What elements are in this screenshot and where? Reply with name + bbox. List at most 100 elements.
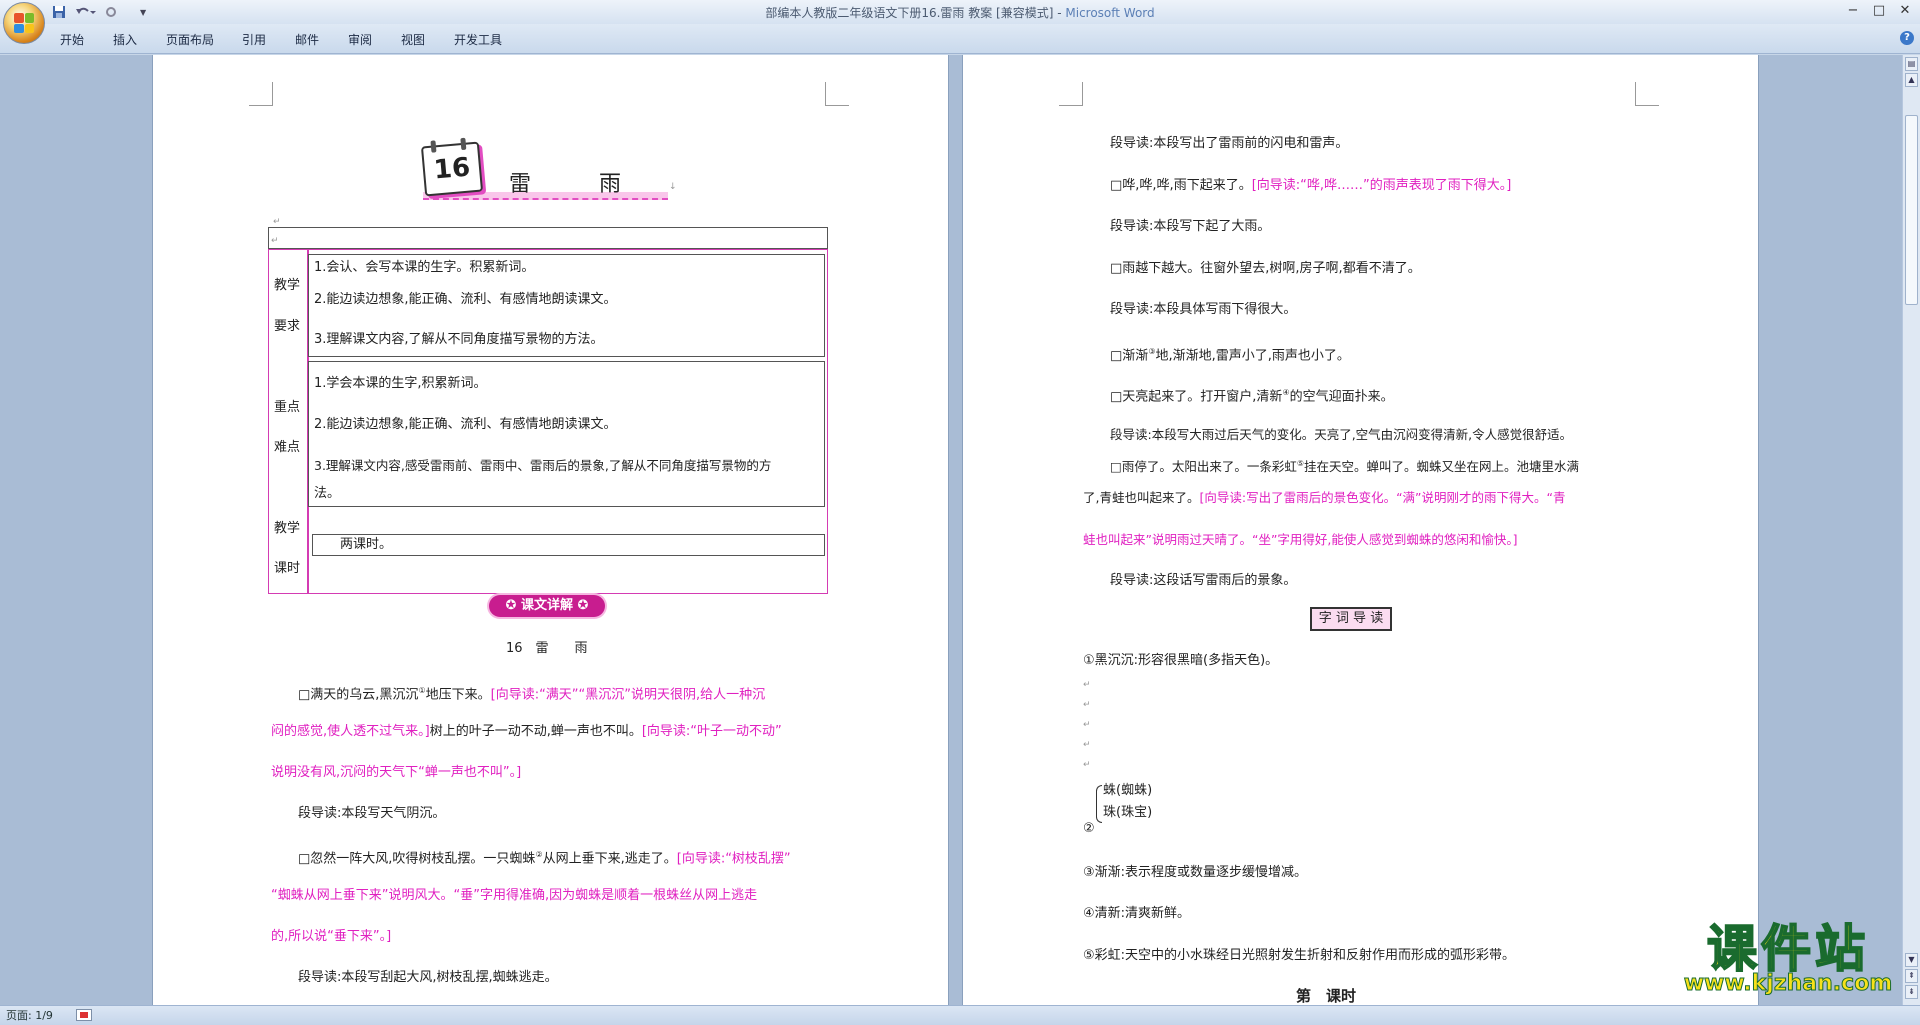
req-label-1: 教学 bbox=[274, 278, 301, 293]
footnote-ref: ① bbox=[418, 686, 426, 695]
guide-note: 的,所以说“垂下来”。] bbox=[271, 929, 392, 944]
paragraph-mark: ↵ bbox=[1083, 740, 1091, 750]
paragraph-guide: 段导读:本段写天气阴沉。 bbox=[298, 806, 446, 821]
req-item-3: 3.理解课文内容,了解从不同角度描写景物的方法。 bbox=[314, 332, 604, 347]
time-label-1: 教学 bbox=[274, 521, 301, 536]
key-label-2: 难点 bbox=[274, 440, 301, 455]
footnote-ref: ④ bbox=[1282, 388, 1290, 397]
vocab-2-number: ② bbox=[1083, 821, 1095, 836]
paragraph-mark: ↵ bbox=[1083, 700, 1091, 710]
vocab-1: ①黑沉沉:形容很黑暗(多指天色)。 bbox=[1083, 653, 1279, 668]
calendar-icon: 16 bbox=[420, 137, 484, 197]
text-span: 雨停了。太阳出来了。一条彩虹 bbox=[1121, 459, 1297, 475]
maximize-button[interactable]: □ bbox=[1866, 2, 1892, 20]
vocab-2a: 蛛(蜘蛛) bbox=[1103, 783, 1153, 798]
paragraph-mark: ↵ bbox=[1083, 720, 1091, 730]
text-span: 了,青蛙也叫起来了。 bbox=[1083, 490, 1200, 505]
text-line: □忽然一阵大风,吹得树枝乱摆。一只蜘蛛②从网上垂下来,逃走了。[向导读:“树枝乱… bbox=[298, 850, 791, 867]
title-bar: ▼ 部编本人教版二年级语文下册16.雷雨 教案 [兼容模式] - Microso… bbox=[0, 0, 1920, 44]
guide-note: [向导读:“树枝乱摆” bbox=[676, 851, 791, 867]
paragraph-guide: 段导读:本段写大雨过后天气的变化。天亮了,空气由沉闷变得清新,令人感觉很舒适。 bbox=[1110, 427, 1573, 442]
tab-view[interactable]: 视图 bbox=[401, 31, 425, 48]
text-line: □雨越下越大。往窗外望去,树啊,房子啊,都看不清了。 bbox=[1110, 261, 1421, 276]
text-line: □渐渐③地,渐渐地,雷声小了,雨声也小了。 bbox=[1110, 347, 1350, 364]
guide-note: [向导读:“叶子一动不动” bbox=[641, 724, 782, 739]
paragraph-guide: 段导读:这段话写雷雨后的景象。 bbox=[1110, 573, 1297, 588]
footnote-ref: ⑤ bbox=[1296, 459, 1304, 468]
text-line: 说明没有风,沉闷的天气下“蝉一声也不叫”。] bbox=[271, 764, 521, 782]
text-span: 雨越下越大。往窗外望去,树啊,房子啊,都看不清了。 bbox=[1122, 261, 1421, 276]
req-item-1: 1.会认、会写本课的生字。积累新词。 bbox=[314, 260, 535, 275]
text-span: 地,渐渐地,雷声小了,雨声也小了。 bbox=[1155, 348, 1350, 364]
paragraph-mark: ↵ bbox=[1083, 760, 1091, 770]
close-button[interactable]: ✕ bbox=[1892, 2, 1918, 20]
tab-review[interactable]: 审阅 bbox=[348, 31, 372, 48]
paragraph-guide: 段导读:本段写出了雷雨前的闪电和雷声。 bbox=[1110, 136, 1349, 151]
text-span: 树上的叶子一动不动,蝉一声也不叫。 bbox=[429, 724, 642, 739]
text-line: 了,青蛙也叫起来了。[向导读:写出了雷雨后的景色变化。“满”说明刚才的雨下得大。… bbox=[1083, 489, 1566, 507]
page-indicator[interactable]: 页面: 1/9 bbox=[6, 1006, 53, 1025]
tab-developer[interactable]: 开发工具 bbox=[454, 31, 502, 48]
minimize-button[interactable]: − bbox=[1840, 2, 1866, 20]
footnote-ref: ② bbox=[535, 850, 543, 859]
req-label-2: 要求 bbox=[274, 319, 301, 334]
text-span: 地压下来。 bbox=[425, 687, 491, 703]
tab-home[interactable]: 开始 bbox=[60, 31, 84, 48]
vocab-3: ③渐渐:表示程度或数量逐步缓慢增减。 bbox=[1083, 865, 1308, 880]
lesson-period-heading: 第 课时 bbox=[1296, 987, 1357, 1005]
scroll-up-button[interactable]: ▲ bbox=[1905, 73, 1918, 87]
vertical-scrollbar[interactable]: ▤ ▲ ▼ ⇞ ⇟ bbox=[1902, 55, 1920, 1005]
text-span: 从网上垂下来,逃走了。 bbox=[542, 851, 677, 867]
watermark-url: www.kjzhan.com bbox=[1683, 971, 1893, 997]
vocab-5: ⑤彩虹:天空中的小水珠经日光照射发生折射和反射作用而形成的弧形彩带。 bbox=[1083, 948, 1516, 963]
office-logo-icon bbox=[14, 13, 34, 33]
key-label-1: 重点 bbox=[274, 400, 301, 415]
lesson-header: 16 雷 雨 ↓ bbox=[420, 130, 677, 210]
guide-note: 闷的感觉,使人透不过气来。] bbox=[271, 724, 430, 739]
tab-references[interactable]: 引用 bbox=[242, 31, 266, 48]
tab-insert[interactable]: 插入 bbox=[113, 31, 137, 48]
app-name: Microsoft Word bbox=[1065, 6, 1155, 20]
brace bbox=[1096, 785, 1102, 823]
text-line: □满天的乌云,黑沉沉①地压下来。[向导读:“满天”“黑沉沉”说明天很阴,给人一种… bbox=[298, 686, 766, 703]
page-2: 段导读:本段写出了雷雨前的闪电和雷声。 □哗,哗,哗,雨下起来了。[向导读:“哗… bbox=[963, 55, 1758, 1005]
paragraph-guide: 段导读:本段写下起了大雨。 bbox=[1110, 219, 1271, 234]
paragraph-mark: ↵ bbox=[273, 217, 281, 227]
text-cursor: ↓ bbox=[669, 182, 677, 192]
guide-note: [向导读:“哗,哗……”的雨声表现了雨下得大。] bbox=[1251, 178, 1512, 193]
class-hours-value: 两课时。 bbox=[340, 537, 393, 552]
text-span: 满天的乌云,黑沉沉 bbox=[310, 687, 419, 703]
margin-mark-top-right bbox=[1635, 82, 1659, 106]
scrollbar-thumb[interactable] bbox=[1905, 115, 1918, 305]
tab-page-layout[interactable]: 页面布局 bbox=[166, 31, 214, 48]
macro-record-icon[interactable] bbox=[76, 1009, 92, 1021]
lesson-title-char-2: 雨 bbox=[599, 172, 622, 197]
text-span: 忽然一阵大风,吹得树枝乱摆。一只蜘蛛 bbox=[310, 851, 536, 867]
req-item-2: 2.能边读边想象,能正确、流利、有感情地朗读课文。 bbox=[314, 292, 617, 307]
vocab-4: ④清新:清爽新鲜。 bbox=[1083, 906, 1191, 921]
text-line: 的,所以说“垂下来”。] bbox=[271, 928, 391, 946]
text-line: 闷的感觉,使人透不过气来。]树上的叶子一动不动,蝉一声也不叫。[向导读:“叶子一… bbox=[271, 723, 782, 741]
vocab-2b: 珠(珠宝) bbox=[1103, 805, 1153, 820]
office-button[interactable] bbox=[3, 2, 45, 44]
text-line: □哗,哗,哗,雨下起来了。[向导读:“哗,哗……”的雨声表现了雨下得大。] bbox=[1110, 178, 1512, 193]
margin-mark-top-left bbox=[249, 82, 273, 106]
key-item-1: 1.学会本课的生字,积累新词。 bbox=[314, 376, 487, 391]
text-span: 哗,哗,哗,雨下起来了。 bbox=[1122, 178, 1252, 193]
paragraph-guide: 段导读:本段具体写雨下得很大。 bbox=[1110, 302, 1297, 317]
ribbon-tabs: 开始 插入 页面布局 引用 邮件 审阅 视图 开发工具 bbox=[0, 24, 1920, 54]
text-span: 天亮起来了。打开窗户,清新 bbox=[1122, 389, 1283, 405]
paragraph-mark: ↵ bbox=[1083, 680, 1091, 690]
text-line: 蛙也叫起来”说明雨过天晴了。“坐”字用得好,能使人感觉到蜘蛛的悠闲和愉快。] bbox=[1083, 531, 1518, 549]
guide-note: [向导读:写出了雷雨后的景色变化。“满”说明刚才的雨下得大。“青 bbox=[1199, 490, 1566, 505]
help-icon[interactable]: ? bbox=[1900, 31, 1914, 45]
text-span: 挂在天空。蝉叫了。蜘蛛又坐在网上。池塘里水满 bbox=[1304, 459, 1580, 475]
guide-note: [向导读:“满天”“黑沉沉”说明天很阴,给人一种沉 bbox=[490, 687, 766, 703]
section-badge: ✪ 课文详解 ✪ bbox=[489, 595, 605, 617]
tab-mailings[interactable]: 邮件 bbox=[295, 31, 319, 48]
lesson-title-char-1: 雷 bbox=[509, 172, 532, 197]
ruler-toggle-icon[interactable]: ▤ bbox=[1905, 57, 1918, 71]
table-label-column bbox=[268, 249, 308, 594]
page-1: 16 雷 雨 ↓ ↵ ↵ 教学 要求 1.会认、会写本课的生字。积累新词。 2.… bbox=[153, 55, 948, 1005]
lesson-number: 16 bbox=[432, 152, 472, 186]
